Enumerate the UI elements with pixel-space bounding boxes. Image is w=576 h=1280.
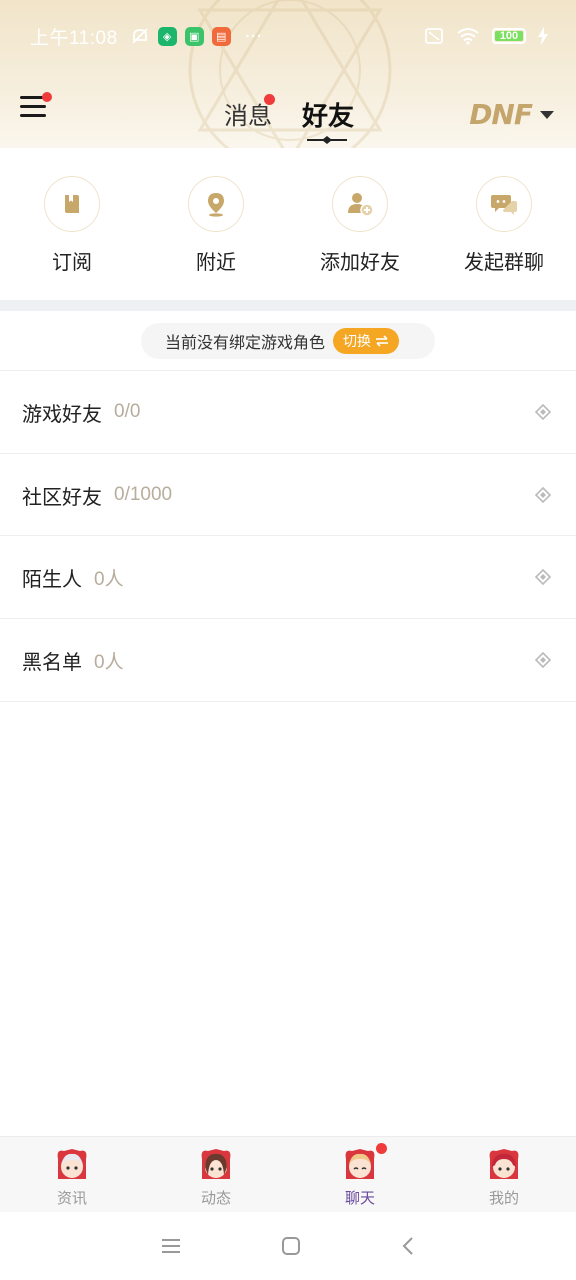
list-item-community-friends[interactable]: 社区好友 0/1000	[0, 454, 576, 536]
expand-icon	[534, 403, 552, 421]
bottom-tab-bar: 资讯 动态 聊天 我的	[0, 1136, 576, 1212]
group-count: 0人	[94, 651, 124, 673]
charging-icon	[538, 27, 548, 45]
group-count: 0/1000	[114, 484, 173, 505]
wifi-icon	[457, 28, 479, 45]
expand-icon	[534, 568, 552, 586]
tab-chat[interactable]: 聊天	[288, 1137, 432, 1212]
back-icon[interactable]	[401, 1236, 415, 1256]
tab-news[interactable]: 资讯	[0, 1137, 144, 1212]
recent-apps-icon[interactable]	[161, 1237, 181, 1255]
quick-actions: 订阅 附近 添加好友 发起群聊	[0, 176, 576, 286]
notice-text: 当前没有绑定游戏角色	[165, 333, 326, 352]
list-item-game-friends[interactable]: 游戏好友 0/0	[0, 371, 576, 453]
game-switcher[interactable]: DNF	[469, 98, 554, 131]
chat-badge	[376, 1143, 387, 1154]
character-avatar-icon	[345, 1149, 375, 1179]
active-tab-indicator	[307, 136, 347, 144]
switch-role-button[interactable]: 切换	[333, 328, 400, 354]
tab-me[interactable]: 我的	[432, 1137, 576, 1212]
subscribe-button[interactable]: 订阅	[0, 176, 144, 286]
status-time: 上午11:08	[30, 27, 118, 49]
home-icon[interactable]	[281, 1236, 301, 1256]
chevron-down-icon	[540, 110, 554, 119]
list-item-blacklist[interactable]: 黑名单 0人	[0, 619, 576, 701]
battery-level: 100	[499, 30, 519, 42]
add-friend-label: 添加好友	[320, 250, 400, 274]
tab-feed[interactable]: 动态	[144, 1137, 288, 1212]
subscribe-label: 订阅	[52, 250, 92, 274]
shopping-app-icon: ▤	[211, 26, 231, 46]
top-navigation: 消息 好友 DNF	[0, 84, 576, 144]
alarm-off-icon	[132, 28, 148, 44]
group-chat-label: 发起群聊	[464, 250, 544, 274]
sim-off-icon	[425, 28, 443, 44]
swap-icon	[376, 335, 389, 347]
switch-label: 切换	[343, 334, 372, 350]
character-avatar-icon	[489, 1149, 519, 1179]
list-divider	[0, 701, 576, 702]
character-avatar-icon	[57, 1149, 87, 1179]
tab-chat-label: 聊天	[344, 1189, 375, 1207]
android-app-icon: ▣	[184, 26, 204, 46]
system-navigation-bar	[0, 1212, 576, 1280]
nearby-label: 附近	[196, 250, 236, 274]
battery-icon: 100	[492, 28, 526, 44]
location-pin-icon	[188, 176, 244, 232]
more-notifications-icon: ···	[244, 25, 262, 47]
messages-badge	[264, 94, 275, 105]
status-bar: 上午11:08 ◈ ▣ ▤ ··· 100	[0, 0, 576, 72]
tab-news-label: 资讯	[56, 1189, 87, 1207]
group-title: 黑名单	[22, 649, 82, 674]
group-count: 0/0	[114, 401, 141, 422]
bind-role-notice: 当前没有绑定游戏角色 切换	[141, 323, 435, 359]
security-app-icon: ◈	[157, 26, 177, 46]
group-title: 陌生人	[22, 566, 82, 591]
group-title: 社区好友	[22, 484, 102, 509]
nearby-button[interactable]: 附近	[144, 176, 288, 286]
section-divider	[0, 300, 576, 311]
add-friend-button[interactable]: 添加好友	[288, 176, 432, 286]
menu-badge	[42, 92, 52, 102]
list-item-strangers[interactable]: 陌生人 0人	[0, 536, 576, 618]
group-count: 0人	[94, 568, 124, 590]
group-chat-icon	[476, 176, 532, 232]
tab-feed-label: 动态	[200, 1189, 231, 1207]
expand-icon	[534, 486, 552, 504]
add-user-icon	[332, 176, 388, 232]
bookmark-icon	[44, 176, 100, 232]
tab-me-label: 我的	[488, 1189, 519, 1207]
group-title: 游戏好友	[22, 401, 102, 426]
expand-icon	[534, 651, 552, 669]
game-logo: DNF	[469, 98, 533, 131]
tab-friends[interactable]: 好友	[302, 96, 354, 133]
character-avatar-icon	[201, 1149, 231, 1179]
group-chat-button[interactable]: 发起群聊	[432, 176, 576, 286]
